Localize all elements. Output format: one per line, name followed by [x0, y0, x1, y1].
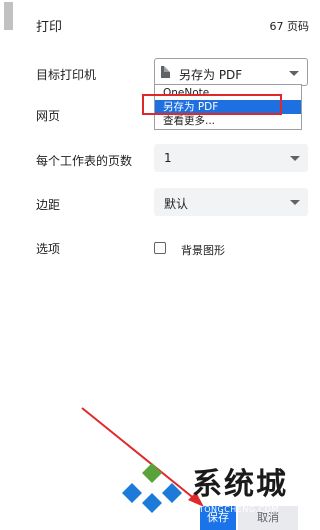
scrollbar[interactable]	[0, 0, 18, 530]
watermark-subtext: XITONGCHENG.COM	[190, 505, 279, 514]
scrollbar-thumb[interactable]	[4, 2, 13, 30]
print-settings-panel: 打印 67 页码 目标打印机 另存为 PDF OneNote 另存为 PDF 查…	[18, 0, 315, 530]
red-arrow-annotation	[81, 407, 204, 507]
watermark-text: 系统城	[192, 467, 288, 502]
watermark: 系统城 XITONGCHENG.COM	[120, 455, 315, 530]
watermark-logo-icon	[122, 463, 182, 513]
